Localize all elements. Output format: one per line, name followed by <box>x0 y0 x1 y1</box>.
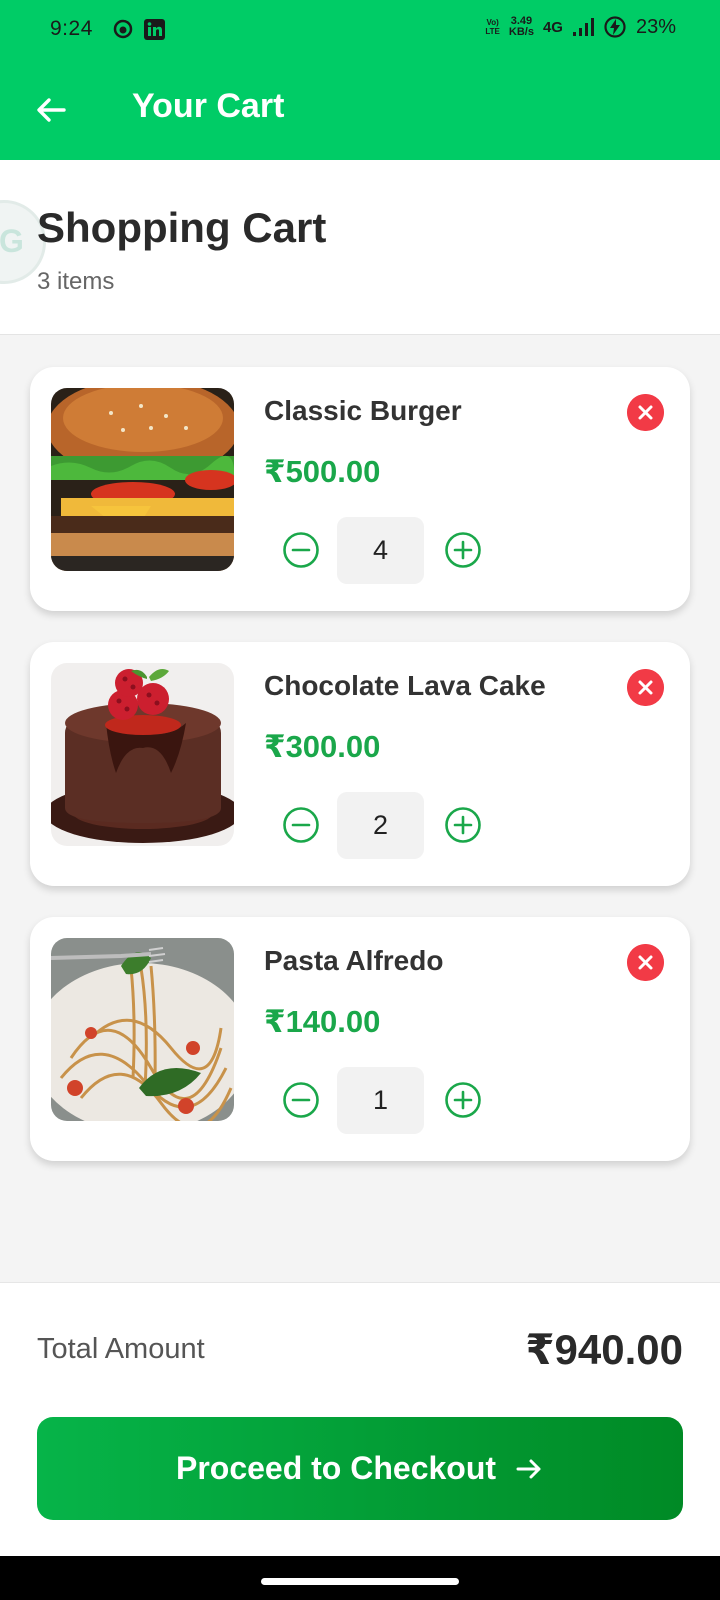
app-bar: Your Cart <box>0 60 720 160</box>
circle-notification-icon <box>113 19 133 39</box>
increase-quantity-plus-icon[interactable] <box>444 531 482 569</box>
cart-header: G Shopping Cart 3 items <box>0 160 720 335</box>
linkedin-icon <box>144 19 165 40</box>
battery-percent: 23% <box>635 15 676 38</box>
proceed-to-checkout-button[interactable]: Proceed to Checkout <box>37 1417 683 1520</box>
status-bar: 9:24 Vo) LTE 3.49 KB/s 4G 23% <box>0 0 720 60</box>
decrease-quantity-minus-icon[interactable] <box>282 1081 320 1119</box>
app-bar-title: Your Cart <box>132 87 285 125</box>
quantity-value[interactable]: 2 <box>337 792 424 859</box>
item-name: Pasta Alfredo <box>264 945 444 976</box>
signal-icon <box>572 18 594 36</box>
network-type: 4G <box>542 18 563 36</box>
system-nav-bar <box>0 1556 720 1600</box>
burger-image <box>51 388 234 571</box>
cart-item-card: Chocolate Lava Cake ₹300.00 2 <box>30 642 690 886</box>
arrow-right-icon <box>516 1459 541 1478</box>
brand-logo-letter: G <box>0 223 24 259</box>
quantity-value[interactable]: 4 <box>337 517 424 584</box>
total-amount-label: Total Amount <box>37 1333 205 1365</box>
home-gesture-handle[interactable] <box>261 1578 459 1585</box>
remove-item-close-icon[interactable] <box>627 669 664 706</box>
item-name: Classic Burger <box>264 395 462 426</box>
pasta-image <box>51 938 234 1121</box>
volte-top: Vo) <box>486 18 499 27</box>
remove-item-close-icon[interactable] <box>627 944 664 981</box>
item-name: Chocolate Lava Cake <box>264 670 546 701</box>
item-price: ₹500.00 <box>264 454 381 489</box>
lava-cake-image <box>51 663 234 846</box>
cart-footer: Total Amount ₹940.00 Proceed to Checkout <box>0 1282 720 1556</box>
item-price: ₹140.00 <box>264 1004 381 1039</box>
status-time: 9:24 <box>50 17 93 40</box>
item-price: ₹300.00 <box>264 729 381 764</box>
increase-quantity-plus-icon[interactable] <box>444 1081 482 1119</box>
cart-item-card: Classic Burger ₹500.00 4 <box>30 367 690 611</box>
page-title: Shopping Cart <box>37 204 327 251</box>
increase-quantity-plus-icon[interactable] <box>444 806 482 844</box>
cart-item-card: Pasta Alfredo ₹140.00 1 <box>30 917 690 1161</box>
item-count: 3 items <box>37 268 115 295</box>
arrow-left-icon[interactable] <box>34 93 68 127</box>
quantity-value[interactable]: 1 <box>337 1067 424 1134</box>
battery-charging-icon <box>604 16 626 38</box>
decrease-quantity-minus-icon[interactable] <box>282 531 320 569</box>
speed-unit: KB/s <box>508 26 534 38</box>
checkout-button-label: Proceed to Checkout <box>175 1450 497 1486</box>
total-amount-value: ₹940.00 <box>525 1326 683 1373</box>
volte-bottom: LTE <box>485 27 500 36</box>
decrease-quantity-minus-icon[interactable] <box>282 806 320 844</box>
remove-item-close-icon[interactable] <box>627 394 664 431</box>
